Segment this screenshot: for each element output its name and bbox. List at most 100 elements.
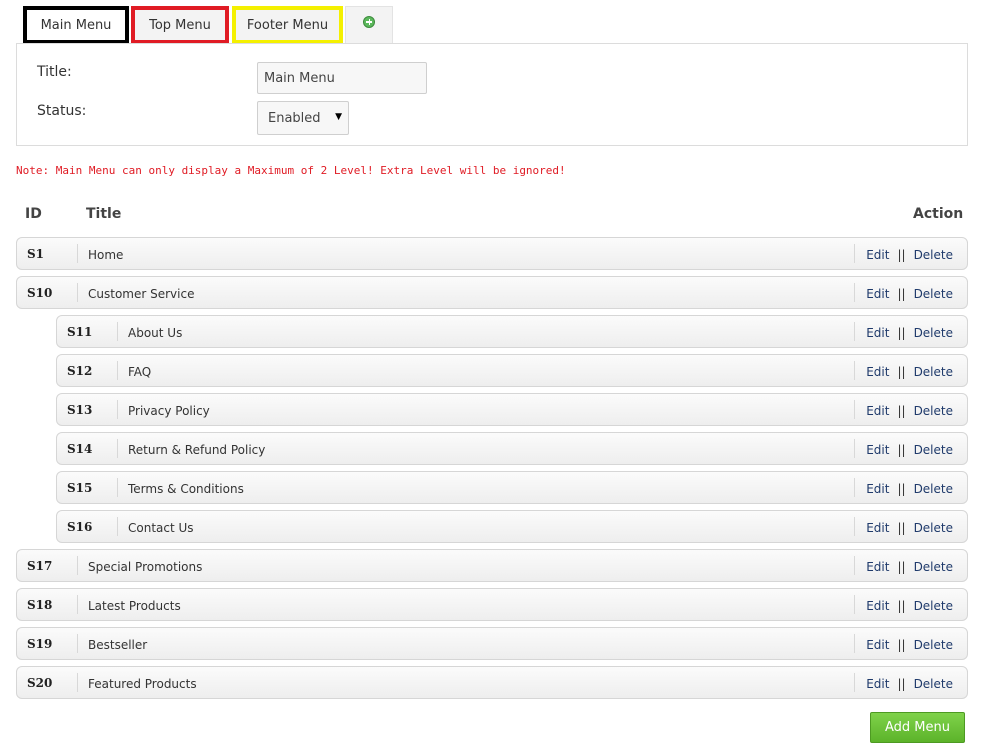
column-header-title: Title [86, 206, 122, 222]
column-divider [854, 595, 855, 614]
column-divider [854, 634, 855, 653]
column-divider [117, 439, 118, 458]
delete-link[interactable]: Delete [914, 365, 953, 379]
tab-top-menu[interactable]: Top Menu [131, 6, 229, 44]
row-actions: Edit || Delete [866, 521, 953, 535]
row-actions: Edit || Delete [866, 248, 953, 262]
column-divider [854, 283, 855, 302]
menu-item-title: Return & Refund Policy [128, 443, 266, 457]
menu-item-row: S13 Privacy Policy Edit || Delete [56, 393, 968, 426]
column-header-action: Action [913, 206, 964, 222]
menu-item-id: S12 [67, 364, 93, 378]
column-divider [854, 244, 855, 263]
edit-link[interactable]: Edit [866, 248, 889, 262]
column-divider [117, 478, 118, 497]
row-actions: Edit || Delete [866, 443, 953, 457]
menu-item-title: Special Promotions [88, 560, 203, 574]
edit-link[interactable]: Edit [866, 287, 889, 301]
row-actions: Edit || Delete [866, 404, 953, 418]
row-actions: Edit || Delete [866, 599, 953, 613]
edit-link[interactable]: Edit [866, 326, 889, 340]
action-separator: || [897, 365, 906, 379]
menu-item-title: Featured Products [88, 677, 197, 691]
row-actions: Edit || Delete [866, 560, 953, 574]
status-select-value: Enabled [268, 110, 321, 126]
menu-form-panel: Title: Status: Enabled ▼ [16, 43, 968, 146]
delete-link[interactable]: Delete [914, 248, 953, 262]
menu-item-title: Bestseller [88, 638, 148, 652]
tab-footer-menu[interactable]: Footer Menu [232, 6, 343, 44]
row-actions: Edit || Delete [866, 482, 953, 496]
edit-link[interactable]: Edit [866, 599, 889, 613]
menu-item-row: S16 Contact Us Edit || Delete [56, 510, 968, 543]
menu-item-id: S13 [67, 403, 93, 417]
menu-item-row: S10 Customer Service Edit || Delete [16, 276, 968, 309]
delete-link[interactable]: Delete [914, 599, 953, 613]
delete-link[interactable]: Delete [914, 560, 953, 574]
menu-item-title: Home [88, 248, 124, 262]
delete-link[interactable]: Delete [914, 443, 953, 457]
column-divider [854, 361, 855, 380]
level-warning-note: Note: Main Menu can only display a Maxim… [16, 164, 566, 177]
edit-link[interactable]: Edit [866, 443, 889, 457]
action-separator: || [897, 560, 906, 574]
column-header-id: ID [25, 206, 42, 222]
delete-link[interactable]: Delete [914, 521, 953, 535]
column-divider [77, 244, 78, 263]
title-input[interactable] [257, 62, 427, 94]
tab-main-menu[interactable]: Main Menu [23, 6, 129, 44]
column-divider [117, 322, 118, 341]
menu-item-title: FAQ [128, 365, 152, 379]
action-separator: || [897, 326, 906, 340]
delete-link[interactable]: Delete [914, 482, 953, 496]
delete-link[interactable]: Delete [914, 326, 953, 340]
column-divider [854, 517, 855, 536]
add-menu-button[interactable]: Add Menu [870, 712, 965, 743]
menu-item-row: S17 Special Promotions Edit || Delete [16, 549, 968, 582]
row-actions: Edit || Delete [866, 287, 953, 301]
title-label: Title: [37, 64, 72, 80]
edit-link[interactable]: Edit [866, 638, 889, 652]
column-divider [854, 322, 855, 341]
action-separator: || [897, 638, 906, 652]
dropdown-arrow-icon: ▼ [335, 112, 342, 122]
menu-item-id: S15 [67, 481, 93, 495]
action-separator: || [897, 443, 906, 457]
menu-item-id: S20 [27, 676, 53, 690]
menu-item-title: Latest Products [88, 599, 181, 613]
delete-link[interactable]: Delete [914, 287, 953, 301]
edit-link[interactable]: Edit [866, 482, 889, 496]
tab-add-menu[interactable] [345, 6, 393, 44]
menu-item-id: S19 [27, 637, 53, 651]
delete-link[interactable]: Delete [914, 677, 953, 691]
row-actions: Edit || Delete [866, 326, 953, 340]
column-divider [77, 673, 78, 692]
menu-item-row: S15 Terms & Conditions Edit || Delete [56, 471, 968, 504]
plus-circle-icon [363, 15, 375, 28]
delete-link[interactable]: Delete [914, 638, 953, 652]
action-separator: || [897, 599, 906, 613]
menu-item-row: S20 Featured Products Edit || Delete [16, 666, 968, 699]
menu-item-title: Contact Us [128, 521, 194, 535]
menu-item-title: Terms & Conditions [128, 482, 244, 496]
menu-item-id: S11 [67, 325, 93, 339]
column-divider [77, 595, 78, 614]
column-divider [77, 634, 78, 653]
delete-link[interactable]: Delete [914, 404, 953, 418]
menu-item-row: S19 Bestseller Edit || Delete [16, 627, 968, 660]
edit-link[interactable]: Edit [866, 365, 889, 379]
action-separator: || [897, 521, 906, 535]
edit-link[interactable]: Edit [866, 521, 889, 535]
edit-link[interactable]: Edit [866, 677, 889, 691]
column-divider [117, 517, 118, 536]
column-divider [854, 400, 855, 419]
status-select[interactable]: Enabled ▼ [257, 101, 349, 135]
edit-link[interactable]: Edit [866, 404, 889, 418]
menu-item-row: S1 Home Edit || Delete [16, 237, 968, 270]
edit-link[interactable]: Edit [866, 560, 889, 574]
menu-item-row: S12 FAQ Edit || Delete [56, 354, 968, 387]
row-actions: Edit || Delete [866, 638, 953, 652]
column-divider [854, 556, 855, 575]
menu-item-id: S14 [67, 442, 93, 456]
menu-item-id: S16 [67, 520, 93, 534]
